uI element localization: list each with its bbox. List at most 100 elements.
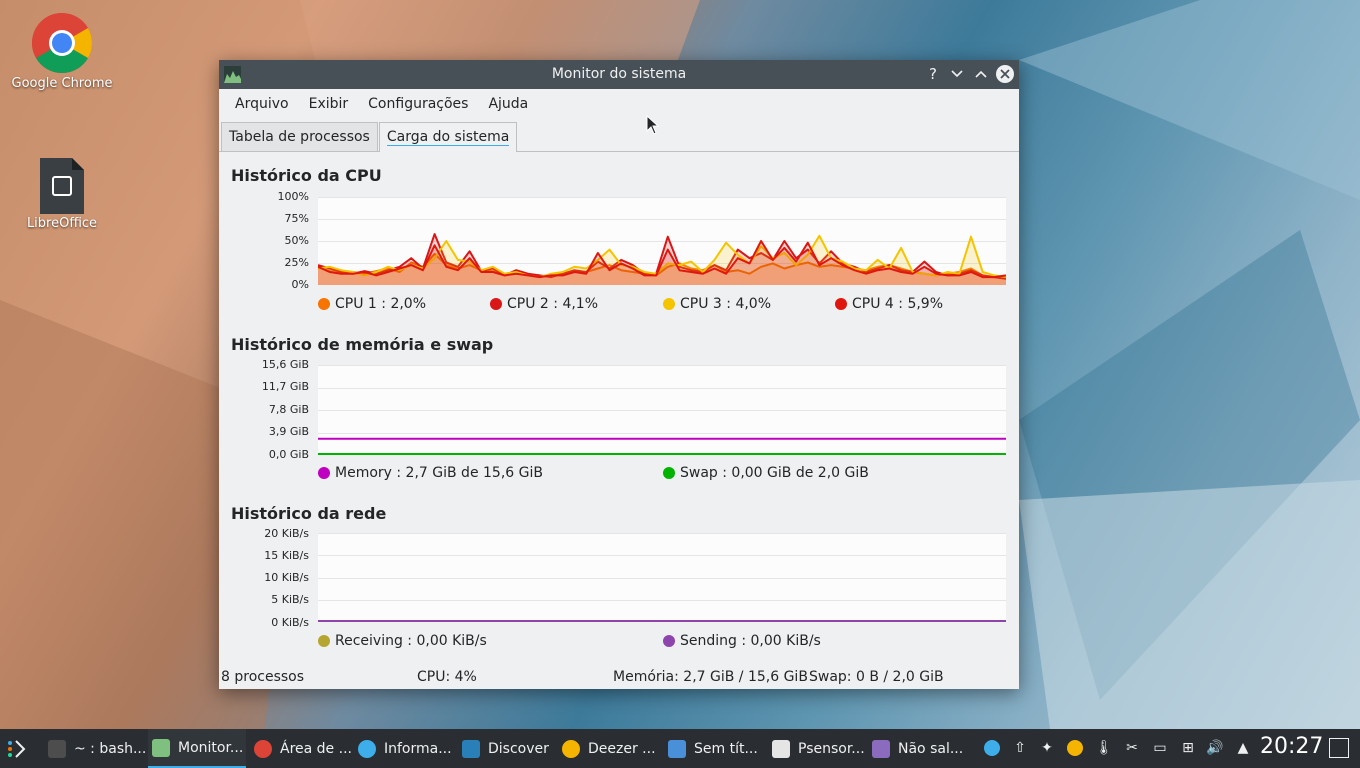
task-image-editor[interactable]: Não sal... — [872, 729, 972, 768]
cpu-ytick: 75% — [284, 212, 309, 225]
menu-configuracoes[interactable]: Configurações — [358, 96, 478, 112]
info-icon — [358, 739, 376, 758]
question-icon: ? — [929, 65, 937, 83]
tab-system-load[interactable]: Carga do sistema — [378, 122, 518, 152]
legend-label: CPU 4 : 5,9% — [852, 296, 944, 312]
memory-ytick: 0,0 GiB — [268, 448, 309, 461]
legend-dot — [663, 298, 675, 310]
task-label: Não sal... — [898, 740, 964, 757]
show-desktop-button[interactable] — [1328, 737, 1350, 759]
cpu-ytick: 100% — [277, 190, 309, 203]
tray-psensor[interactable]: 🌡 — [1095, 739, 1113, 757]
task-deezer[interactable]: Deezer ... — [562, 729, 662, 768]
application-launcher[interactable] — [4, 729, 36, 768]
task-chrome[interactable]: Área de ... — [254, 729, 354, 768]
legend-dot — [835, 298, 847, 310]
cpu-history-chart — [317, 197, 1007, 286]
task-label: ~ : bash... — [74, 740, 147, 757]
cpu-legend-cpu3: CPU 3 : 4,0% — [663, 296, 771, 312]
info-icon — [984, 740, 1000, 756]
legend-dot — [490, 298, 502, 310]
tab-process-table[interactable]: Tabela de processos — [221, 122, 378, 151]
cpu-ytick: 25% — [284, 256, 309, 269]
chrome-icon — [254, 739, 272, 758]
task-document[interactable]: Sem tít... — [668, 729, 768, 768]
network-ytick: 10 KiB/s — [264, 571, 309, 584]
cpu-history-title: Histórico da CPU — [231, 166, 382, 185]
tray-info[interactable] — [983, 739, 1001, 757]
thermometer-icon: 🌡 — [1095, 740, 1113, 756]
task-label: Deezer ... — [588, 740, 656, 757]
cpu-legend-cpu4: CPU 4 : 5,9% — [835, 296, 943, 312]
titlebar[interactable]: Monitor do sistema ? — [219, 60, 1019, 89]
close-button[interactable] — [995, 64, 1015, 84]
kdeconnect-icon: ✦ — [1041, 740, 1053, 756]
menu-ajuda[interactable]: Ajuda — [478, 96, 538, 112]
help-button[interactable]: ? — [923, 64, 943, 84]
task-discover[interactable]: Discover — [462, 729, 562, 768]
legend-label: Receiving : 0,00 KiB/s — [335, 633, 487, 649]
memory-ytick: 7,8 GiB — [268, 403, 309, 416]
system-monitor-window: Monitor do sistema ? Arquivo Exibir Conf… — [219, 60, 1019, 689]
system-monitor-icon — [152, 738, 170, 757]
volume-icon: 🔊 — [1206, 740, 1224, 756]
tray-network[interactable]: ⊞ — [1179, 739, 1197, 757]
minimize-button[interactable] — [947, 64, 967, 84]
document-icon — [668, 739, 686, 758]
menu-exibir[interactable]: Exibir — [299, 96, 359, 112]
deezer-icon — [562, 739, 580, 758]
legend-dot — [663, 467, 675, 479]
memory-history-chart — [318, 365, 1006, 456]
legend-label: CPU 3 : 4,0% — [680, 296, 772, 312]
tray-clipboard-cut[interactable]: ✂ — [1123, 739, 1141, 757]
menu-arquivo[interactable]: Arquivo — [225, 96, 299, 112]
desktop-icon-libreoffice[interactable]: LibreOffice — [2, 158, 122, 231]
maximize-button[interactable] — [971, 64, 991, 84]
discover-icon — [462, 739, 480, 758]
task-label: Psensor... — [798, 740, 865, 757]
legend-label: Swap : 0,00 GiB de 2,0 GiB — [680, 465, 869, 481]
desktop-icon-chrome[interactable]: Google Chrome — [2, 12, 122, 91]
memory-ytick: 11,7 GiB — [261, 380, 309, 393]
legend-label: CPU 1 : 2,0% — [335, 296, 427, 312]
memory-ytick: 15,6 GiB — [261, 358, 309, 371]
image-editor-icon — [872, 739, 890, 758]
task-info-center[interactable]: Informa... — [358, 729, 458, 768]
status-bar: 8 processos CPU: 4% Memória: 2,7 GiB / 1… — [219, 665, 1019, 689]
tray-kdeconnect[interactable]: ✦ — [1038, 739, 1056, 757]
network-ytick: 15 KiB/s — [264, 549, 309, 562]
window-title: Monitor do sistema — [551, 66, 687, 82]
tray-deezer[interactable] — [1066, 739, 1084, 757]
memory-legend-memory: Memory : 2,7 GiB de 15,6 GiB — [318, 465, 543, 481]
status-memory: Memória: 2,7 GiB / 15,6 GiB — [613, 669, 808, 685]
memory-ytick: 3,9 GiB — [268, 425, 309, 438]
tray-clipboard[interactable]: ▭ — [1151, 739, 1169, 757]
memory-history-plot — [318, 365, 1006, 456]
update-icon: ⇧ — [1014, 740, 1026, 756]
task-label: Área de ... — [280, 740, 352, 757]
legend-label: Sending : 0,00 KiB/s — [680, 633, 821, 649]
status-swap: Swap: 0 B / 2,0 GiB — [809, 669, 944, 685]
desktop-icon-label: Google Chrome — [11, 76, 113, 91]
legend-dot — [318, 298, 330, 310]
deezer-icon — [1067, 740, 1083, 756]
task-terminal[interactable]: ~ : bash... — [48, 729, 148, 768]
task-system-monitor[interactable]: Monitor... — [148, 729, 246, 768]
task-label: Sem tít... — [694, 740, 758, 757]
memory-legend-swap: Swap : 0,00 GiB de 2,0 GiB — [663, 465, 869, 481]
chevron-up-icon — [975, 70, 987, 78]
memory-history-title: Histórico de memória e swap — [231, 335, 494, 354]
tray-expand[interactable]: ▲ — [1234, 739, 1252, 757]
task-psensor[interactable]: Psensor... — [772, 729, 872, 768]
tray-updates[interactable]: ⇧ — [1011, 739, 1029, 757]
task-label: Monitor... — [178, 739, 244, 756]
network-legend-sending: Sending : 0,00 KiB/s — [663, 633, 821, 649]
network-ytick: 5 KiB/s — [271, 593, 309, 606]
clipboard-icon: ▭ — [1153, 740, 1167, 756]
cpu-ytick: 50% — [284, 234, 309, 247]
scissors-icon: ✂ — [1126, 740, 1138, 756]
clock[interactable]: 20:27 — [1260, 734, 1323, 759]
cpu-history-plot — [317, 197, 1007, 286]
tab-label: Carga do sistema — [386, 129, 510, 146]
tray-volume[interactable]: 🔊 — [1206, 739, 1224, 757]
